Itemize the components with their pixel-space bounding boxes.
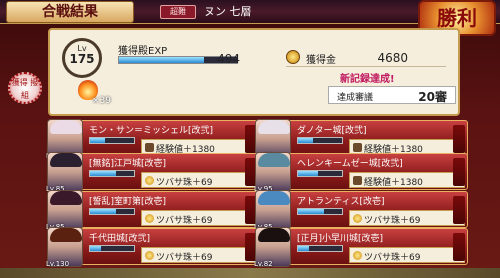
wing-orb-icon [353, 214, 362, 223]
difficulty-badge: 超難 [160, 5, 196, 19]
bottom-strip [0, 268, 500, 278]
character-exp-fill [298, 246, 309, 251]
lord-level-badge: Lv 175 [62, 38, 102, 78]
character-name: 千代田城[改弐] [89, 234, 151, 244]
character-exp-fill [298, 171, 318, 176]
character-portrait: Lv.85 [254, 190, 291, 231]
exp-progress-fill [119, 57, 204, 63]
stage-name: ヌン 七層 [204, 5, 252, 18]
character-level: Lv.130 [46, 260, 70, 268]
character-exp-fill [90, 171, 117, 176]
character-exp-fill [90, 246, 101, 251]
character-exp-bar [297, 137, 343, 144]
reward-box: ツバサ珠＋69 [141, 172, 257, 188]
reward-text: ツバサ珠＋69 [364, 216, 421, 226]
divider [286, 66, 446, 67]
character-portrait: Lv.130 [46, 227, 83, 268]
exp-scroll-icon [145, 143, 154, 152]
achievement-box: 達成審議 20審 [328, 86, 456, 104]
portrait-hair [50, 228, 82, 242]
reward-text: ツバサ珠＋69 [364, 253, 421, 263]
character-name: ダノター城[改弐] [297, 126, 367, 136]
character-result-card[interactable]: Lv.95 ヘレンキームゼー城[改弐] 経験値＋1380 [254, 152, 468, 193]
page-title: 合戦結果 [6, 1, 134, 23]
new-record-label: 新記録達成! [340, 74, 395, 85]
card-edge [453, 125, 465, 153]
reward-text: ツバサ珠＋69 [156, 253, 213, 263]
character-name: [誓乱]室町第[改壱] [89, 197, 167, 207]
achievement-value: 20審 [418, 90, 447, 104]
portrait-hair [50, 153, 82, 167]
exp-label: 獲得殿EXP [118, 46, 168, 57]
character-name: モン・サン＝ミッシェル[改弐] [89, 126, 214, 136]
character-exp-bar [297, 208, 343, 215]
wing-orb-icon [353, 251, 362, 260]
reward-text: ツバサ珠＋69 [156, 216, 213, 226]
character-level: Lv.82 [254, 260, 273, 268]
reward-text: 経験値＋1380 [364, 178, 423, 188]
achievement-label: 達成審議 [337, 93, 374, 103]
character-exp-fill [90, 138, 106, 143]
portrait-hair [50, 191, 82, 205]
character-exp-fill [298, 209, 325, 214]
portrait-hair [258, 120, 290, 134]
reward-box: ツバサ珠＋69 [141, 247, 257, 263]
character-result-card[interactable]: Lv.95 モン・サン＝ミッシェル[改弐] 経験値＋1380 [46, 119, 260, 160]
card-edge [453, 233, 465, 261]
exp-scroll-icon [353, 176, 362, 185]
character-result-card[interactable]: Lv.82 [正月]小早川城[改壱] ツバサ珠＋69 [254, 227, 468, 268]
character-portrait: Lv.95 [254, 152, 291, 193]
portrait-hair [50, 120, 82, 134]
character-name: [無銘]江戸城[改壱] [89, 159, 167, 169]
portrait-hair [258, 228, 290, 242]
unit-badge: 獲得 撥組 [8, 72, 42, 104]
portrait-hair [258, 191, 290, 205]
character-exp-bar [89, 137, 135, 144]
card-edge [453, 196, 465, 224]
character-exp-fill [298, 138, 314, 143]
character-exp-bar [297, 170, 343, 177]
character-portrait: Lv.85 [46, 190, 83, 231]
exp-value: 494 [217, 52, 240, 66]
fire-orb-count: ×39 [92, 96, 111, 106]
wing-orb-icon [145, 214, 154, 223]
reward-text: ツバサ珠＋69 [156, 178, 213, 188]
reward-box: 経験値＋1380 [349, 172, 465, 188]
character-exp-bar [89, 208, 135, 215]
character-exp-bar [89, 170, 135, 177]
gold-coin-icon [286, 50, 300, 64]
level-value: 175 [69, 52, 95, 66]
portrait-hair [258, 153, 290, 167]
wing-orb-icon [145, 251, 154, 260]
character-name: ヘレンキームゼー城[改弐] [297, 159, 403, 169]
character-exp-bar [89, 245, 135, 252]
wing-orb-icon [145, 176, 154, 185]
gold-value: 4680 [377, 51, 408, 65]
card-edge [453, 158, 465, 186]
character-result-card[interactable]: Lv.85 アトランティス[改壱] ツバサ珠＋69 [254, 190, 468, 231]
character-portrait: Lv.85 [46, 152, 83, 193]
gold-label: 獲得金 [306, 55, 336, 66]
character-name: アトランティス[改壱] [297, 197, 385, 207]
character-result-card[interactable]: Lv.85 [無銘]江戸城[改壱] ツバサ珠＋69 [46, 152, 260, 193]
exp-scroll-icon [353, 143, 362, 152]
reward-box: ツバサ珠＋69 [141, 210, 257, 226]
character-portrait: Lv.82 [254, 227, 291, 268]
character-exp-fill [90, 209, 117, 214]
character-result-card[interactable]: Lv.85 [誓乱]室町第[改壱] ツバサ珠＋69 [46, 190, 260, 231]
character-name: [正月]小早川城[改壱] [297, 234, 384, 244]
character-result-card[interactable]: Lv.95 ダノター城[改弐] 経験値＋1380 [254, 119, 468, 160]
character-result-card[interactable]: Lv.130 千代田城[改弐] ツバサ珠＋69 [46, 227, 260, 268]
reward-box: ツバサ珠＋69 [349, 210, 465, 226]
reward-box: ツバサ珠＋69 [349, 247, 465, 263]
character-exp-bar [297, 245, 343, 252]
